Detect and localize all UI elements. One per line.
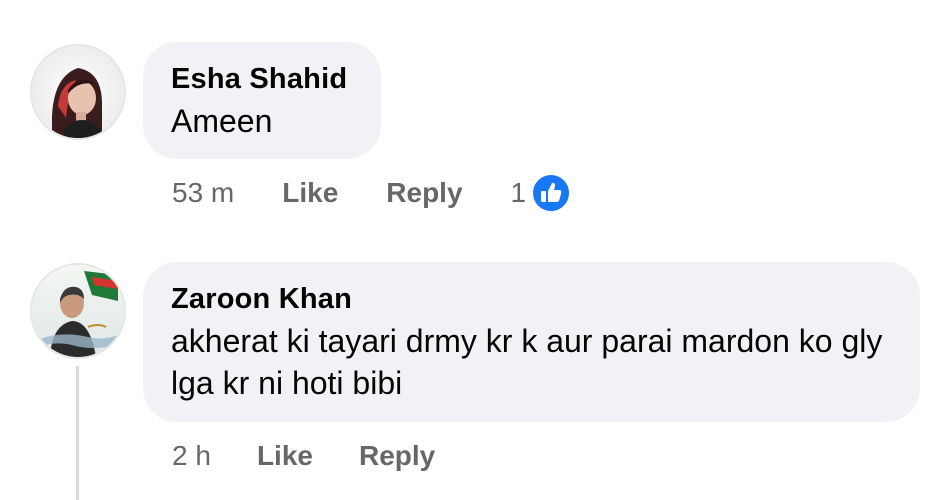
comment-timestamp[interactable]: 2 h bbox=[172, 440, 211, 472]
comment-timestamp[interactable]: 53 m bbox=[172, 177, 234, 209]
avatar[interactable] bbox=[30, 263, 126, 359]
comment-author[interactable]: Esha Shahid bbox=[171, 62, 381, 96]
like-button[interactable]: Like bbox=[282, 177, 338, 209]
comment-actions: 2 h Like Reply bbox=[172, 434, 435, 478]
reply-thread-line bbox=[76, 366, 79, 500]
comment-text: akherat ki tayari drmy kr k aur parai ma… bbox=[171, 323, 883, 401]
reply-button[interactable]: Reply bbox=[359, 440, 435, 472]
avatar[interactable] bbox=[30, 44, 126, 140]
like-button[interactable]: Like bbox=[257, 440, 313, 472]
like-thumb-icon bbox=[531, 173, 572, 213]
reaction-count: 1 bbox=[510, 177, 527, 208]
comments-section: Esha Shahid Ameen 53 m Like Reply 1 Zaro… bbox=[0, 0, 950, 500]
reply-button[interactable]: Reply bbox=[386, 177, 462, 209]
comment-actions: 53 m Like Reply 1 bbox=[172, 171, 572, 215]
reaction-summary[interactable]: 1 bbox=[511, 172, 573, 214]
comment-text: Ameen bbox=[171, 103, 273, 139]
comment-bubble: Zaroon Khan akherat ki tayari drmy kr k … bbox=[143, 262, 920, 422]
comment-author[interactable]: Zaroon Khan bbox=[171, 282, 920, 316]
comment-bubble: Esha Shahid Ameen bbox=[143, 42, 381, 159]
